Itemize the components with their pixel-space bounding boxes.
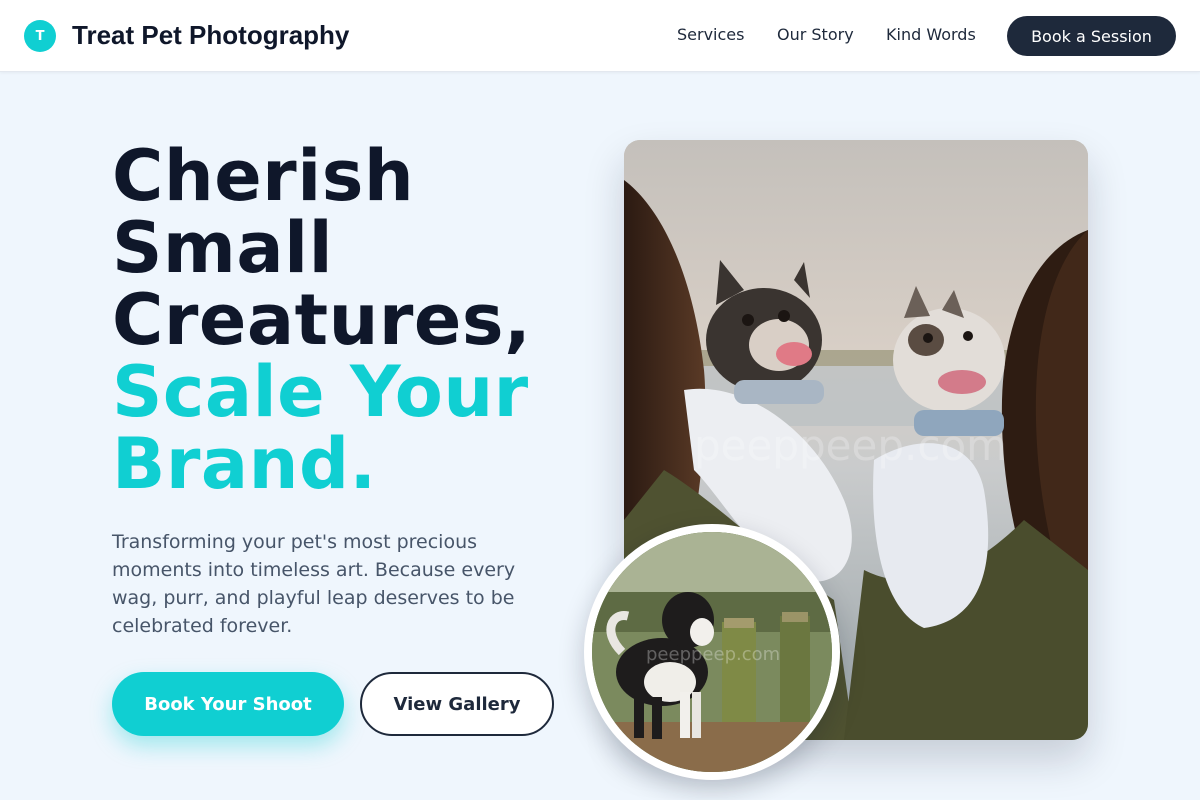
- inset-watermark-text: peeppeep.com: [646, 644, 780, 665]
- hero-subtext: Transforming your pet's most precious mo…: [112, 531, 516, 637]
- view-gallery-button[interactable]: View Gallery: [360, 672, 554, 736]
- hero-headline: Cherish Small Creatures, Scale Your Bran…: [112, 140, 592, 500]
- headline-accent-line: Scale Your: [112, 351, 529, 433]
- nav-link-services[interactable]: Services: [677, 24, 744, 46]
- nav-link-kind-words[interactable]: Kind Words: [886, 24, 976, 46]
- headline-accent-line: Brand.: [112, 423, 377, 505]
- book-shoot-button[interactable]: Book Your Shoot: [112, 672, 344, 736]
- site-header: T Treat Pet Photography Services Our Sto…: [0, 0, 1200, 72]
- nav-link-our-story[interactable]: Our Story: [777, 24, 854, 46]
- headline-line: Cherish: [112, 135, 415, 217]
- headline-line: Creatures,: [112, 279, 532, 361]
- inset-circle-photo: peeppeep.com: [584, 524, 840, 780]
- book-session-button[interactable]: Book a Session: [1007, 16, 1176, 56]
- watermark-text: peeppeep.com: [694, 421, 1007, 470]
- headline-line: Small: [112, 207, 334, 289]
- brand-name[interactable]: Treat Pet Photography: [72, 18, 349, 52]
- logo-icon[interactable]: T: [24, 20, 56, 52]
